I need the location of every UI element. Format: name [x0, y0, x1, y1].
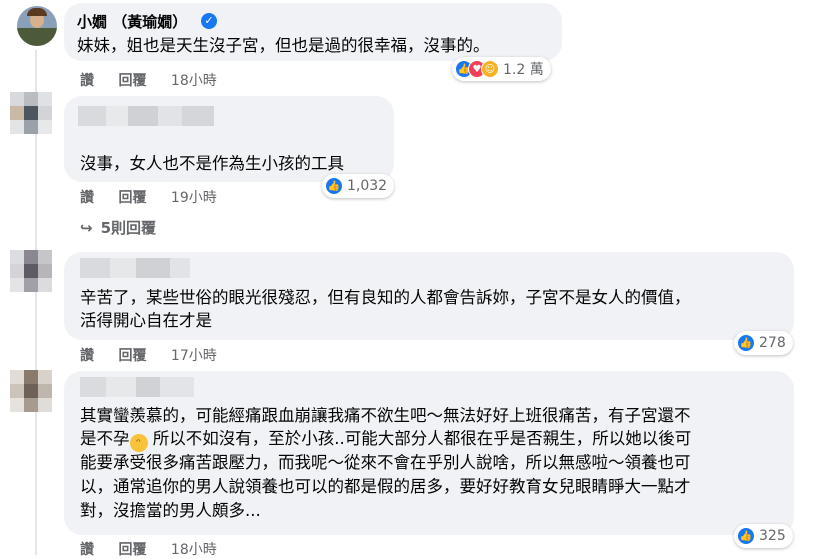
like-icon: 👍 [325, 177, 343, 195]
comment-text-line: 以，通常追你的男人說領養也可以的都是假的居多，要好好教育女兒眼睛睜大一點才 [80, 477, 691, 496]
comment-text-line: 活得開心自在才是 [80, 311, 212, 330]
comment-text: 沒事，女人也不是作為生小孩的工具 [80, 154, 344, 173]
blurred-author-name [80, 258, 190, 280]
like-button[interactable]: 讚 [80, 542, 94, 558]
timestamp[interactable]: 17小時 [171, 348, 217, 364]
like-icon: 👍 [737, 527, 755, 545]
reactions-summary[interactable]: 👍 278 [734, 331, 793, 355]
reaction-count: 1,032 [347, 178, 388, 194]
timestamp[interactable]: 19小時 [171, 190, 217, 206]
like-button[interactable]: 讚 [80, 348, 94, 364]
comment-actions: 讚 回覆 18小時 [80, 70, 237, 90]
like-icon: 👍 [737, 334, 755, 352]
reply-button[interactable]: 回覆 [118, 73, 146, 89]
comment-text-fragment: 是不孕 [80, 429, 130, 448]
avatar[interactable] [17, 6, 57, 46]
comment-text: 妹妹，姐也是天生沒子宮，但也是過的很幸福，沒事的。 [77, 36, 490, 55]
comment-actions: 讚 回覆 18小時 [80, 539, 237, 559]
comment-text-line: 能要承受很多痛苦跟壓力，而我呢～從來不會在乎別人說啥，所以無感啦～領養也可 [80, 453, 691, 472]
comment-author[interactable]: 小嫺 （黃瑜嫺） [77, 11, 187, 32]
comment-text-line: 是不孕 ᵔ 所以不如沒有，至於小孩..可能大部分人都很在乎是否親生，所以她以後可 [80, 425, 691, 452]
avatar[interactable] [10, 370, 52, 412]
blurred-author-name [78, 106, 214, 128]
comment-text-fragment: 所以不如沒有，至於小孩..可能大部分人都很在乎是否親生，所以她以後可 [147, 429, 692, 448]
reaction-count: 325 [759, 528, 786, 544]
reactions-summary[interactable]: 👍 ♥ ☺ 1.2 萬 [452, 57, 551, 81]
reply-button[interactable]: 回覆 [118, 348, 146, 364]
comment-actions: 讚 回覆 19小時 [80, 187, 237, 207]
blurred-author-name [80, 377, 194, 399]
avatar[interactable] [10, 250, 52, 292]
avatar[interactable] [10, 92, 52, 134]
verified-badge-icon: ✓ [201, 13, 217, 29]
reactions-summary[interactable]: 👍 325 [734, 524, 793, 548]
like-button[interactable]: 讚 [80, 73, 94, 89]
reply-button[interactable]: 回覆 [118, 542, 146, 558]
comment-actions: 讚 回覆 17小時 [80, 345, 237, 365]
comment-text-line: 對，沒擔當的男人頗多... [80, 501, 261, 520]
view-replies-link[interactable]: ↪ 5則回覆 [80, 217, 156, 238]
reply-button[interactable]: 回覆 [118, 190, 146, 206]
care-icon: ☺ [481, 60, 499, 78]
timestamp[interactable]: 18小時 [171, 542, 217, 558]
reaction-count: 278 [759, 335, 786, 351]
like-button[interactable]: 讚 [80, 190, 94, 206]
timestamp[interactable]: 18小時 [171, 73, 217, 89]
reaction-count: 1.2 萬 [503, 62, 544, 78]
reactions-summary[interactable]: 👍 1,032 [322, 174, 395, 198]
reply-arrow-icon: ↪ [80, 219, 93, 237]
replies-count: 5則回覆 [100, 219, 157, 237]
